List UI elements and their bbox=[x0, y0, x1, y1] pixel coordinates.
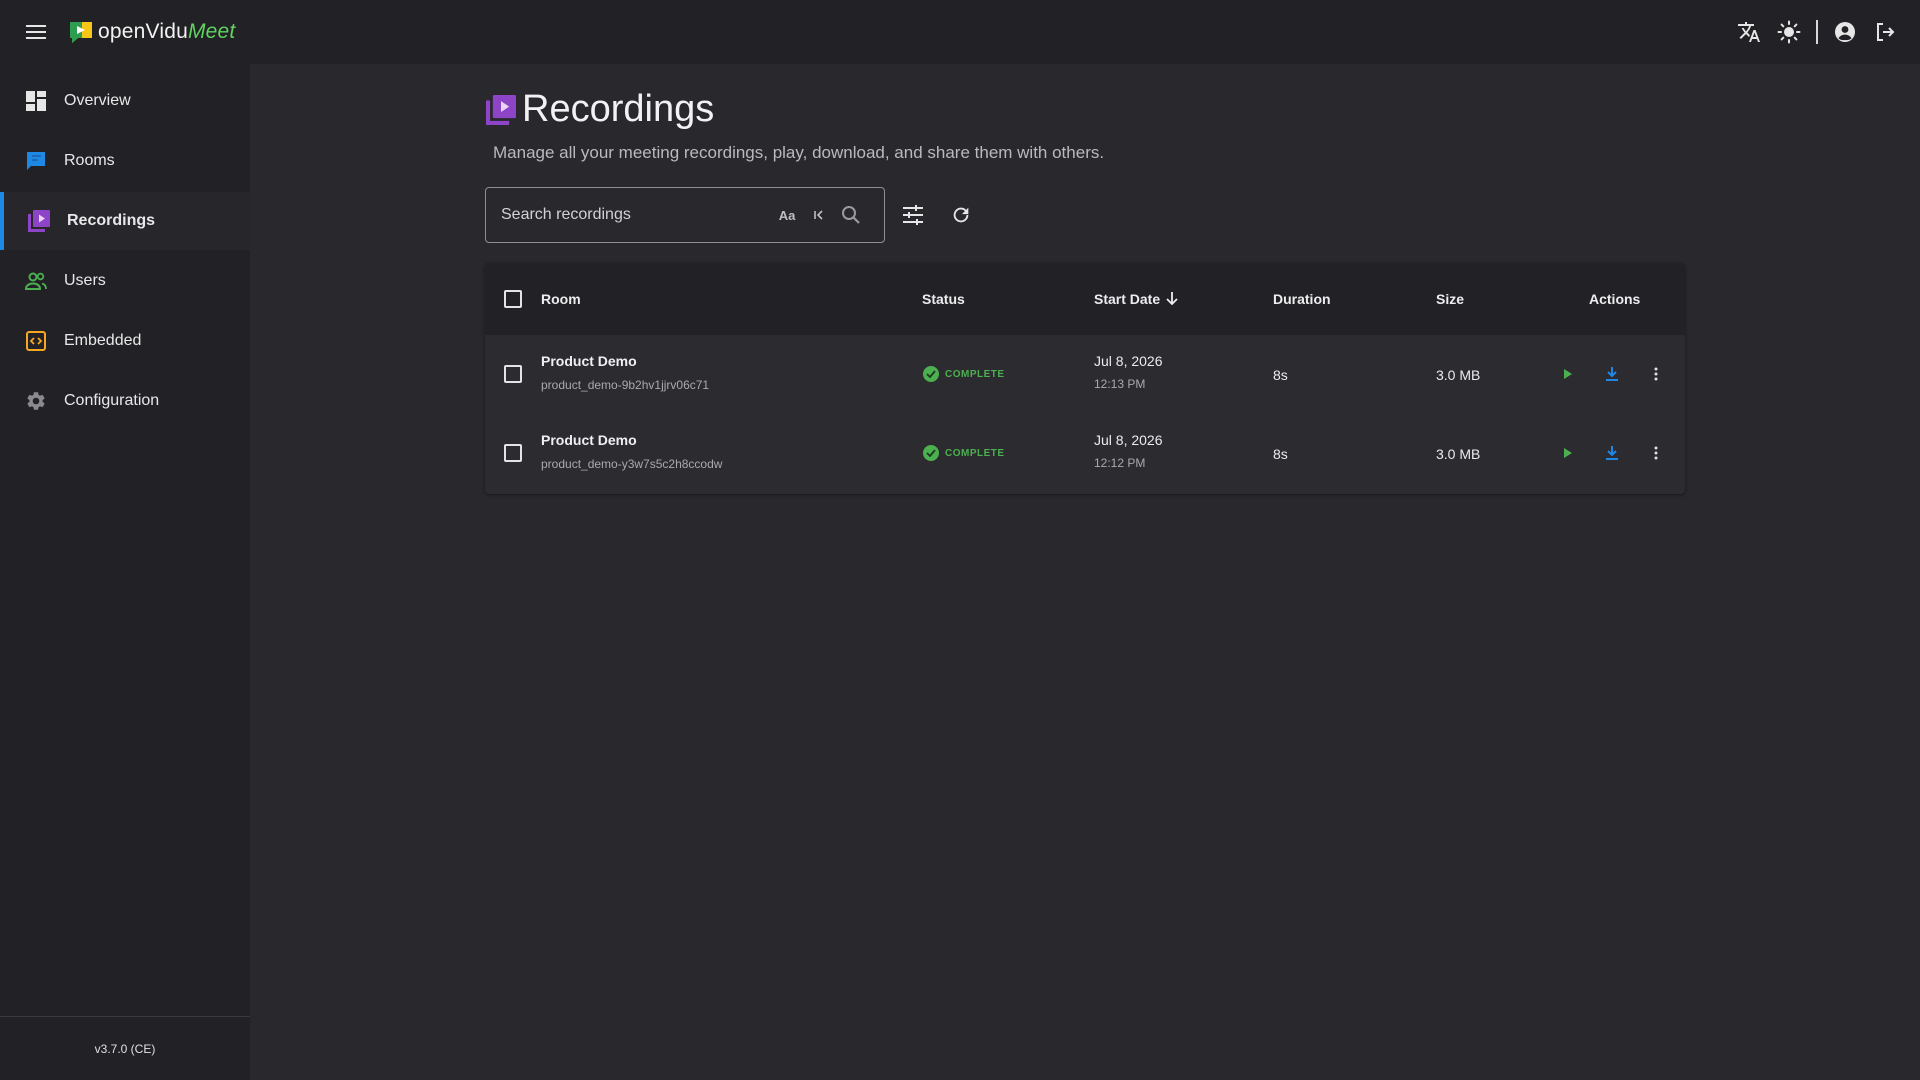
refresh-icon[interactable] bbox=[943, 197, 979, 233]
video-library-icon bbox=[486, 94, 516, 125]
gear-icon bbox=[24, 389, 48, 413]
column-header-actions: Actions bbox=[1589, 291, 1641, 307]
column-header-start-date[interactable]: Start Date bbox=[1094, 263, 1178, 335]
start-time: 12:12 PM bbox=[1094, 456, 1146, 470]
check-circle-icon bbox=[923, 445, 939, 461]
version-label: v3.7.0 (CE) bbox=[0, 1016, 250, 1080]
page-title: Recordings bbox=[522, 88, 715, 130]
table-row[interactable]: Product Demo product_demo-y3w7s5c2h8ccod… bbox=[485, 414, 1685, 493]
sidebar-item-label: Rooms bbox=[64, 152, 115, 169]
size: 3.0 MB bbox=[1436, 446, 1481, 462]
brand-name-part2: Meet bbox=[187, 20, 236, 43]
room-id: product_demo-y3w7s5c2h8ccodw bbox=[541, 457, 723, 471]
sidebar-item-rooms[interactable]: Rooms bbox=[0, 132, 250, 190]
filter-icon[interactable] bbox=[895, 197, 931, 233]
status-text: COMPLETE bbox=[945, 368, 1005, 380]
column-header-label: Start Date bbox=[1094, 291, 1161, 307]
toolbar-divider bbox=[1816, 20, 1818, 44]
sidebar-item-label: Embedded bbox=[64, 332, 142, 349]
row-checkbox[interactable] bbox=[504, 444, 522, 462]
first-page-icon[interactable] bbox=[803, 199, 835, 231]
page-subtitle: Manage all your meeting recordings, play… bbox=[493, 143, 1105, 162]
top-app-bar: openVidu Meet bbox=[0, 0, 1920, 64]
active-indicator bbox=[0, 192, 4, 250]
start-time: 12:13 PM bbox=[1094, 377, 1146, 391]
people-icon bbox=[24, 269, 48, 293]
size: 3.0 MB bbox=[1436, 367, 1481, 383]
start-date: Jul 8, 2026 bbox=[1094, 353, 1163, 369]
column-header-duration[interactable]: Duration bbox=[1273, 263, 1331, 335]
code-icon bbox=[24, 329, 48, 353]
column-header-room[interactable]: Room bbox=[541, 263, 581, 335]
table-row[interactable]: Product Demo product_demo-9b2hv1jjrv06c7… bbox=[485, 335, 1685, 414]
sidebar-item-overview[interactable]: Overview bbox=[0, 72, 250, 130]
sidebar-item-label: Users bbox=[64, 272, 106, 289]
openvidu-logo-icon bbox=[70, 22, 92, 43]
chat-icon bbox=[24, 149, 48, 173]
status-badge: COMPLETE bbox=[923, 366, 1005, 382]
play-icon[interactable] bbox=[1554, 439, 1582, 467]
search-field: Aa bbox=[485, 187, 885, 243]
sidebar-item-label: Recordings bbox=[67, 212, 156, 229]
logout-icon[interactable] bbox=[1870, 14, 1900, 50]
row-checkbox[interactable] bbox=[504, 365, 522, 383]
dashboard-icon bbox=[24, 89, 48, 113]
app-logo[interactable]: openVidu Meet bbox=[68, 20, 235, 44]
column-header-status[interactable]: Status bbox=[922, 263, 965, 335]
search-icon[interactable] bbox=[835, 199, 867, 231]
sidebar-item-label: Overview bbox=[64, 92, 131, 109]
video-library-icon bbox=[27, 209, 51, 233]
sidebar-item-label: Configuration bbox=[64, 392, 160, 409]
check-circle-icon bbox=[923, 366, 939, 382]
play-icon[interactable] bbox=[1554, 360, 1582, 388]
download-icon[interactable] bbox=[1598, 439, 1626, 467]
more-options-icon[interactable] bbox=[1642, 439, 1670, 467]
select-all-checkbox[interactable] bbox=[504, 290, 522, 308]
start-date: Jul 8, 2026 bbox=[1094, 432, 1163, 448]
duration: 8s bbox=[1273, 446, 1288, 462]
sidebar-item-users[interactable]: Users bbox=[0, 252, 250, 310]
page-header: Recordings bbox=[486, 88, 714, 131]
sidebar-item-embedded[interactable]: Embedded bbox=[0, 312, 250, 370]
download-icon[interactable] bbox=[1598, 360, 1626, 388]
account-icon[interactable] bbox=[1830, 14, 1860, 50]
duration: 8s bbox=[1273, 367, 1288, 383]
status-badge: COMPLETE bbox=[923, 445, 1005, 461]
room-name: Product Demo bbox=[541, 432, 637, 448]
more-options-icon[interactable] bbox=[1642, 360, 1670, 388]
translate-icon[interactable] bbox=[1734, 14, 1764, 50]
sidebar: Overview Rooms Recordings Users Embedded… bbox=[0, 64, 250, 1080]
sidebar-item-configuration[interactable]: Configuration bbox=[0, 372, 250, 430]
room-id: product_demo-9b2hv1jjrv06c71 bbox=[541, 378, 710, 392]
top-actions bbox=[1734, 14, 1900, 50]
table-header: Room Status Start Date Duration Size Act… bbox=[485, 263, 1685, 335]
recordings-table: Room Status Start Date Duration Size Act… bbox=[485, 263, 1685, 494]
column-header-size[interactable]: Size bbox=[1436, 263, 1464, 335]
menu-icon[interactable] bbox=[18, 14, 54, 50]
search-input[interactable] bbox=[501, 206, 771, 224]
light-mode-icon[interactable] bbox=[1774, 14, 1804, 50]
sidebar-item-recordings[interactable]: Recordings bbox=[0, 192, 250, 250]
room-name: Product Demo bbox=[541, 353, 637, 369]
sort-arrow-down-icon bbox=[1166, 292, 1178, 306]
match-case-button[interactable]: Aa bbox=[771, 199, 803, 231]
status-text: COMPLETE bbox=[945, 447, 1005, 459]
brand-name-part1: openVidu bbox=[98, 20, 188, 43]
